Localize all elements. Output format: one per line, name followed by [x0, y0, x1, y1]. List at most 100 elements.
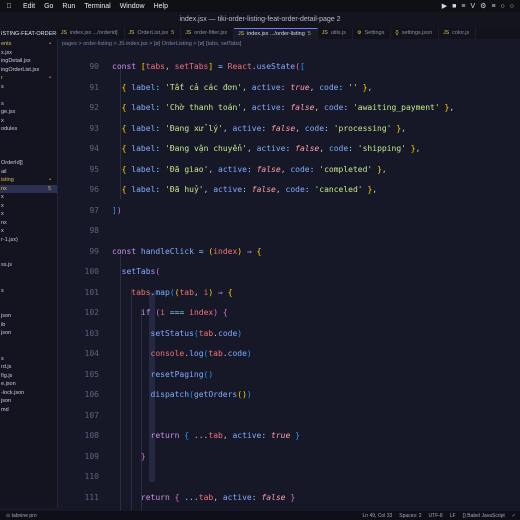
line-number[interactable]: 92 — [57, 98, 99, 118]
file-tree-item[interactable]: r-1.jsx) — [0, 236, 57, 244]
line-number[interactable]: 104 — [57, 344, 99, 364]
file-tree-item[interactable] — [0, 278, 57, 286]
file-tree-item[interactable]: nx 5 — [0, 184, 57, 193]
editor-tab[interactable]: JS order-filter.jsx — [181, 28, 235, 39]
file-tree-item[interactable] — [0, 423, 57, 431]
file-tree-item[interactable] — [0, 499, 57, 507]
menu-terminal[interactable]: Terminal — [84, 3, 110, 10]
file-tree-item[interactable]: ib — [0, 321, 57, 329]
editor-tab[interactable]: JS utils.js — [318, 28, 353, 39]
line-number[interactable]: 108 — [57, 426, 99, 446]
v-icon[interactable]: V — [470, 3, 475, 10]
file-tree-item[interactable]: s — [0, 83, 57, 91]
code-editor[interactable]: 90 const [tabs, setTabs] = React.useState… — [57, 49, 520, 511]
file-tree-item[interactable]: nx — [0, 219, 57, 227]
file-tree-item[interactable]: x — [0, 117, 57, 125]
menu-run[interactable]: Run — [62, 3, 75, 10]
file-tree-item[interactable] — [0, 414, 57, 422]
file-tree-item[interactable] — [0, 508, 57, 509]
file-tree-item[interactable] — [0, 295, 57, 303]
file-tree-item[interactable] — [0, 440, 57, 448]
line-number[interactable]: 105 — [57, 365, 99, 385]
file-tree-item[interactable] — [0, 244, 57, 252]
file-tree-item[interactable]: ingOrderList.jsx — [0, 66, 57, 74]
menu-icon[interactable]: ≡ — [461, 3, 465, 10]
file-tree-item[interactable] — [0, 134, 57, 142]
menu-help[interactable]: Help — [154, 3, 168, 10]
line-number[interactable]: 101 — [57, 283, 99, 303]
file-tree-item[interactable] — [0, 465, 57, 473]
status-item[interactable]: UTF-8 — [429, 513, 443, 519]
file-tree-item[interactable] — [0, 457, 57, 465]
file-tree-item[interactable]: ge.jsx — [0, 108, 57, 116]
play-icon[interactable]: ▶ — [442, 2, 447, 10]
file-tree-item[interactable]: r • — [0, 74, 57, 82]
gear-icon[interactable]: ⚙ — [480, 2, 486, 10]
line-number[interactable]: 103 — [57, 324, 99, 344]
file-tree-item[interactable] — [0, 304, 57, 312]
line-number[interactable]: 99 — [57, 242, 99, 262]
line-number[interactable]: 106 — [57, 385, 99, 405]
file-tree-item[interactable]: ents • — [0, 40, 57, 48]
tabnine-status[interactable]: ⊙ tabnine pro — [0, 513, 37, 519]
file-tree-item[interactable]: -lock.json — [0, 389, 57, 397]
line-number[interactable]: 95 — [57, 160, 99, 180]
file-tree-item[interactable]: odules — [0, 125, 57, 133]
file-tree-item[interactable] — [0, 270, 57, 278]
file-tree-item[interactable] — [0, 346, 57, 354]
line-number[interactable]: 93 — [57, 119, 99, 139]
line-number[interactable]: 110 — [57, 467, 99, 487]
file-tree-item[interactable]: s — [0, 100, 57, 108]
file-tree-item[interactable]: s — [0, 355, 57, 363]
file-tree-item[interactable] — [0, 491, 57, 499]
stop-icon[interactable]: ■ — [452, 3, 456, 10]
file-tree-item[interactable]: rd.js — [0, 363, 57, 371]
file-tree-item[interactable] — [0, 91, 57, 99]
file-tree-item[interactable]: json — [0, 312, 57, 320]
menu-edit[interactable]: Edit — [23, 3, 35, 10]
editor-tab[interactable]: {} settings.json — [391, 28, 440, 39]
editor-tab[interactable]: JS index.jsx .../order-listing 5 — [234, 28, 318, 39]
file-tree-item[interactable]: s — [0, 287, 57, 295]
file-tree-item[interactable] — [0, 151, 57, 159]
file-tree-item[interactable]: ss.js — [0, 261, 57, 269]
file-tree-item[interactable] — [0, 253, 57, 261]
file-tree-item[interactable]: x.jsx — [0, 49, 57, 57]
editor-tab[interactable]: JS index.jsx .../orderid] — [57, 28, 125, 39]
menu-window[interactable]: Window — [120, 3, 145, 10]
status-item[interactable]: Ln 49, Col 33 — [363, 513, 393, 519]
line-number[interactable]: 111 — [57, 488, 99, 508]
editor-tab[interactable]: JS OrderList.jsx 5 — [125, 28, 182, 39]
file-tree-item[interactable] — [0, 482, 57, 490]
status-item[interactable]: {} Babel JavaScript — [463, 513, 505, 519]
file-tree-item[interactable]: x — [0, 227, 57, 235]
status-item[interactable]: LF — [450, 513, 456, 519]
file-tree-item[interactable]: e.json — [0, 380, 57, 388]
file-tree-item[interactable]: ingDetail.jsx — [0, 57, 57, 65]
file-tree-item[interactable] — [0, 338, 57, 346]
explorer-header[interactable]: ISTING-FEAT-ORDER-D... — [0, 28, 57, 40]
line-number[interactable]: 90 — [57, 57, 99, 77]
file-tree-item[interactable]: OrderId]] — [0, 159, 57, 167]
file-tree-item[interactable] — [0, 474, 57, 482]
line-number[interactable]: 102 — [57, 303, 99, 323]
file-tree-item[interactable]: x — [0, 210, 57, 218]
file-tree-item[interactable] — [0, 431, 57, 439]
status-item[interactable]: Spaces: 2 — [399, 513, 421, 519]
file-tree-item[interactable]: md — [0, 406, 57, 414]
file-tree-item[interactable]: json — [0, 329, 57, 337]
file-tree-item[interactable]: x — [0, 193, 57, 201]
line-number[interactable]: 96 — [57, 180, 99, 200]
file-tree-item[interactable]: isting • — [0, 176, 57, 184]
line-number[interactable]: 98 — [57, 221, 99, 241]
line-number[interactable]: 107 — [57, 406, 99, 426]
file-tree-item[interactable]: x — [0, 202, 57, 210]
circle-icon[interactable]: ○ — [501, 3, 505, 10]
control-center-icon[interactable]: ○ — [510, 3, 514, 10]
line-number[interactable]: 109 — [57, 447, 99, 467]
file-tree-item[interactable]: fig.js — [0, 372, 57, 380]
file-tree-item[interactable] — [0, 142, 57, 150]
line-number[interactable]: 100 — [57, 262, 99, 282]
status-item[interactable]: ✓ — [512, 513, 516, 519]
breadcrumb[interactable]: pages > order-listing > JS index.jsx > [… — [57, 39, 520, 49]
